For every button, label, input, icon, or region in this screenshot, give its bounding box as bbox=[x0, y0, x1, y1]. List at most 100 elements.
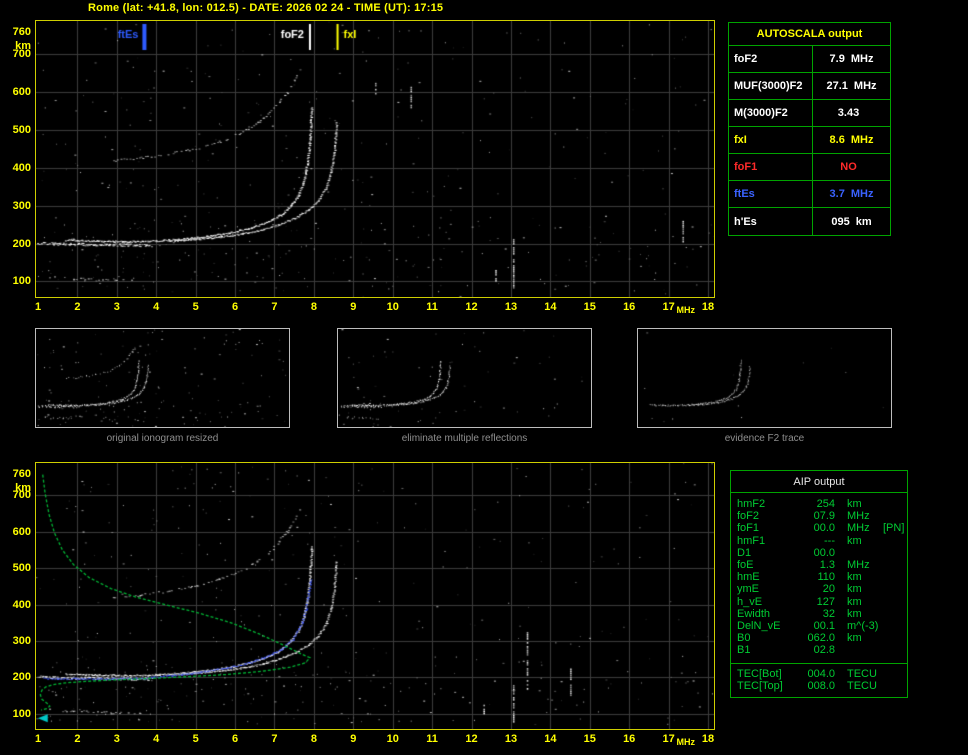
x-tick-label: 4 bbox=[153, 301, 160, 313]
aip-row-note bbox=[881, 632, 907, 644]
page-title: Rome (lat: +41.8, lon: 012.5) - DATE: 20… bbox=[88, 2, 444, 14]
autoscala-output-table: AUTOSCALA output foF2 7.9 MHz MUF(3000)F2… bbox=[728, 22, 891, 236]
value-text: 27.1 bbox=[826, 80, 848, 92]
aip-row-note bbox=[881, 596, 907, 608]
x-tick-label: 7 bbox=[271, 733, 278, 745]
ionogram-top-plot bbox=[35, 20, 715, 298]
aip-row-yme: ymE 20 km bbox=[731, 583, 907, 595]
autoscala-row-value: 095 km bbox=[813, 216, 890, 228]
aip-row-delnve: DelN_vE 00.1 m^(-3) bbox=[731, 620, 907, 632]
aip-row-value: 32 bbox=[822, 607, 835, 620]
autoscala-row-value: 27.1 MHz bbox=[813, 80, 890, 92]
aip-row-value: 00.0 bbox=[813, 546, 835, 559]
aip-row-b1: B1 02.8 bbox=[731, 644, 907, 656]
thumbnail-canvas bbox=[36, 329, 289, 427]
x-tick-label: 16 bbox=[623, 733, 636, 745]
autoscala-table-title: AUTOSCALA output bbox=[729, 23, 890, 46]
autoscala-row-value: 7.9 MHz bbox=[813, 53, 890, 65]
x-tick-label: 5 bbox=[192, 301, 199, 313]
aip-row-value: 20 bbox=[822, 583, 835, 596]
aip-row-unit: km bbox=[847, 583, 862, 596]
x-tick-label: 18 bbox=[701, 733, 715, 745]
aip-row-label: B0 bbox=[737, 632, 751, 645]
aip-row-tec-bot: TEC[Bot] 004.0 TECU bbox=[731, 668, 907, 680]
x-tick-label: 13 bbox=[504, 733, 518, 745]
aip-row-note bbox=[881, 498, 907, 510]
aip-row-fof2: foF2 07.9 MHz bbox=[731, 510, 907, 522]
aip-output-table: AIP output hmF2 254 km foF2 07.9 MHz foF1 00.… bbox=[730, 470, 908, 699]
aip-row-unit: km bbox=[847, 498, 862, 510]
autoscala-row-label: h'Es bbox=[729, 208, 813, 235]
y-tick-label: 600 bbox=[12, 86, 31, 99]
x-tick-label: 6 bbox=[232, 733, 239, 745]
y-tick-label: 400 bbox=[12, 598, 31, 611]
aip-row-unit: MHz bbox=[847, 522, 870, 535]
ionogram-bottom-canvas bbox=[36, 463, 714, 729]
x-tick-label: 4 bbox=[153, 733, 160, 745]
aip-row-value: 00.1 bbox=[813, 620, 835, 633]
aip-row-note bbox=[881, 571, 907, 583]
thumbnail-canvas bbox=[638, 329, 891, 427]
unit-text: MHz bbox=[850, 188, 874, 200]
y-tick-label: 200 bbox=[12, 237, 31, 250]
aip-row-note bbox=[881, 510, 907, 522]
aip-row-label: TEC[Bot] bbox=[737, 667, 782, 680]
aip-row-note bbox=[881, 583, 907, 595]
aip-row-value: --- bbox=[824, 534, 835, 547]
x-tick-label: 11 bbox=[426, 301, 438, 313]
aip-row-unit: m^(-3) bbox=[847, 620, 879, 633]
x-tick-label: 7 bbox=[271, 301, 278, 313]
x-tick-label: 1 bbox=[34, 733, 42, 745]
ionogram-bottom-plot bbox=[35, 462, 715, 730]
x-tick-label: 18 bbox=[701, 301, 715, 313]
x-tick-label: 2 bbox=[74, 301, 81, 313]
aip-row-note bbox=[881, 620, 907, 632]
autoscala-row-hes: h'Es 095 km bbox=[729, 208, 890, 235]
aip-row-note bbox=[881, 559, 907, 571]
aip-row-value: 008.0 bbox=[807, 679, 835, 692]
autoscala-row-value: 3.7 MHz bbox=[813, 188, 890, 200]
thumbnail-original-ionogram bbox=[35, 328, 290, 428]
autoscala-row-label: M(3000)F2 bbox=[729, 100, 813, 126]
y-tick-label: 400 bbox=[12, 161, 31, 174]
y-tick-label: 600 bbox=[12, 525, 31, 538]
autoscala-row-muf3000f2: MUF(3000)F2 27.1 MHz bbox=[729, 73, 890, 100]
aip-row-tec-top: TEC[Top] 008.0 TECU bbox=[731, 680, 907, 692]
aip-row-value: 062.0 bbox=[807, 632, 835, 645]
autoscala-row-label: fxI bbox=[729, 127, 813, 153]
value-text: 7.9 bbox=[829, 53, 845, 65]
aip-row-note bbox=[881, 668, 907, 680]
x-tick-label: 3 bbox=[113, 733, 120, 745]
ionogram-top-canvas bbox=[36, 21, 714, 297]
thumbnail-eliminate-reflections bbox=[337, 328, 592, 428]
unit-text: MHz bbox=[850, 53, 874, 65]
y-tick-label: 300 bbox=[12, 199, 31, 212]
x-axis-unit: MHz bbox=[676, 305, 695, 315]
aip-row-unit: km bbox=[847, 595, 862, 608]
aip-row-unit: km bbox=[847, 534, 862, 547]
x-tick-label: 12 bbox=[465, 301, 478, 313]
thumbnail-caption: original ionogram resized bbox=[106, 433, 219, 444]
autoscala-row-label: foF1 bbox=[729, 154, 813, 180]
x-tick-label: 6 bbox=[232, 301, 239, 313]
aip-row-label: D1 bbox=[737, 546, 752, 559]
aip-row-unit: MHz bbox=[847, 559, 870, 572]
x-tick-label: 16 bbox=[623, 301, 636, 313]
aip-row-unit bbox=[835, 547, 881, 559]
aip-row-value: 110 bbox=[817, 571, 835, 584]
autoscala-row-value: 8.6 MHz bbox=[813, 134, 890, 146]
autoscala-app: Rome (lat: +41.8, lon: 012.5) - DATE: 20… bbox=[0, 0, 968, 755]
autoscala-row-m3000f2: M(3000)F2 3.43 bbox=[729, 100, 890, 127]
y-tick-label: 500 bbox=[12, 562, 31, 575]
autoscala-row-fof2: foF2 7.9 MHz bbox=[729, 46, 890, 73]
aip-row-foe: foE 1.3 MHz bbox=[731, 559, 907, 571]
x-tick-label: 17 bbox=[662, 733, 675, 745]
aip-row-hmf2: hmF2 254 km bbox=[731, 498, 907, 510]
x-tick-label: 1 bbox=[34, 301, 42, 313]
y-tick-label: 100 bbox=[12, 275, 31, 288]
aip-row-note bbox=[881, 644, 907, 656]
aip-row-d1: D1 00.0 bbox=[731, 547, 907, 559]
aip-row-b0: B0 062.0 km bbox=[731, 632, 907, 644]
aip-row-label: TEC[Top] bbox=[737, 679, 783, 692]
aip-row-label: B1 bbox=[737, 644, 751, 657]
